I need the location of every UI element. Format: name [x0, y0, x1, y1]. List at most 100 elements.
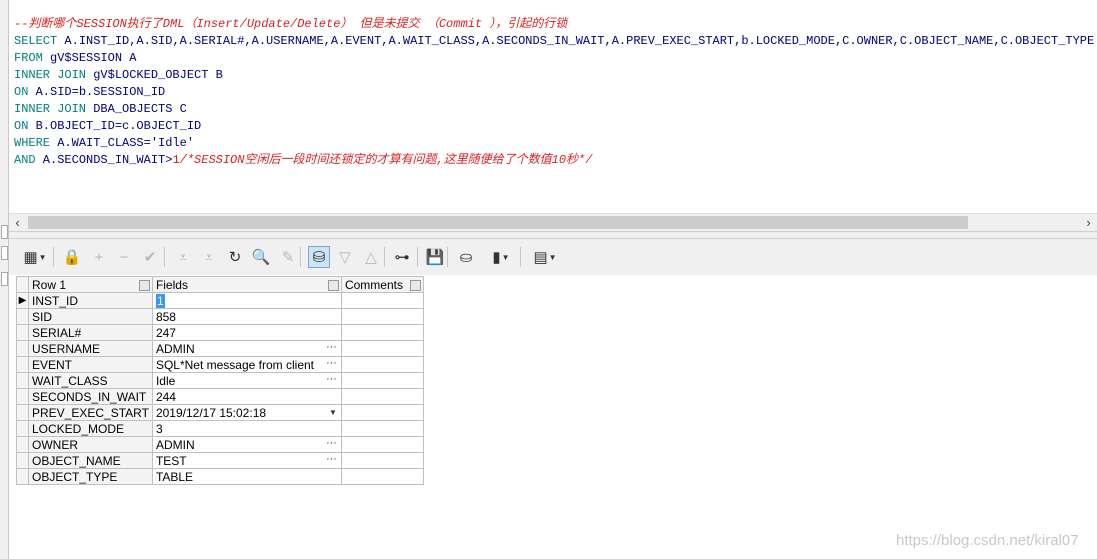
refresh-icon[interactable]: ↻: [224, 246, 246, 268]
field-value: ADMIN: [155, 341, 195, 356]
row-indicator[interactable]: [16, 388, 29, 405]
sql-editor[interactable]: --判断哪个SESSION执行了DML（Insert/Update/Delete…: [9, 0, 1097, 231]
comment-cell[interactable]: [340, 420, 424, 437]
sql-token: A.WAIT_CLASS=: [50, 136, 151, 150]
comment-cell[interactable]: [340, 452, 424, 469]
lock-icon[interactable]: 🔒: [61, 246, 83, 268]
fields-column-header[interactable]: Fields: [151, 276, 342, 293]
table-row[interactable]: SERIAL# 247: [16, 324, 424, 341]
row-indicator[interactable]: [16, 308, 29, 325]
comment-cell[interactable]: [340, 388, 424, 405]
find-icon[interactable]: 🔍: [250, 246, 272, 268]
table-row[interactable]: ▶ INST_ID 1: [16, 292, 424, 309]
sql-token: INNER JOIN: [14, 68, 87, 82]
row-indicator[interactable]: [16, 420, 29, 437]
save-icon[interactable]: 💾: [424, 246, 446, 268]
previous-query-icon[interactable]: ▽: [334, 246, 356, 268]
comment-cell[interactable]: [340, 372, 424, 389]
query-by-example-icon[interactable]: ⛁: [308, 246, 330, 268]
row-indicator[interactable]: [16, 468, 29, 485]
field-value-cell[interactable]: TEST ···: [151, 452, 342, 469]
row-indicator[interactable]: [16, 452, 29, 469]
table-row[interactable]: PREV_EXEC_START 2019/12/17 15:02:18 ▼: [16, 404, 424, 421]
field-value: 3: [155, 421, 163, 436]
field-value: ADMIN: [155, 437, 195, 452]
ellipsis-icon[interactable]: ···: [326, 374, 337, 386]
sql-code[interactable]: --判断哪个SESSION执行了DML（Insert/Update/Delete…: [14, 16, 1094, 169]
field-value-cell[interactable]: SQL*Net message from client ···: [151, 356, 342, 373]
field-value: TEST: [155, 453, 187, 468]
field-value-cell[interactable]: Idle ···: [151, 372, 342, 389]
field-value-cell[interactable]: 858: [151, 308, 342, 325]
scrollbar-thumb[interactable]: [28, 216, 968, 229]
single-record-view-icon[interactable]: ▦ ▼: [18, 246, 52, 268]
row-indicator[interactable]: [16, 356, 29, 373]
row-indicator[interactable]: [16, 372, 29, 389]
clear-record-icon[interactable]: ✎: [277, 246, 299, 268]
comment-cell[interactable]: [340, 404, 424, 421]
table-row[interactable]: EVENT SQL*Net message from client ···: [16, 356, 424, 373]
chart-icon[interactable]: ▮ ▼: [484, 246, 518, 268]
ellipsis-icon[interactable]: ···: [326, 342, 337, 354]
chevron-right-icon[interactable]: ›: [1080, 214, 1097, 231]
table-row[interactable]: SECONDS_IN_WAIT 244: [16, 388, 424, 405]
table-row[interactable]: OBJECT_NAME TEST ···: [16, 452, 424, 469]
comment-cell[interactable]: [340, 292, 424, 309]
column-menu-icon[interactable]: [327, 280, 339, 291]
export-icon[interactable]: ⛀: [455, 246, 477, 268]
field-name-cell: OWNER: [28, 436, 153, 453]
row-indicator[interactable]: [16, 324, 29, 341]
row-indicator[interactable]: [16, 404, 29, 421]
refresh-icon-glyph: ↻: [228, 249, 242, 266]
table-row[interactable]: OBJECT_TYPE TABLE: [16, 468, 424, 485]
comment-cell[interactable]: [340, 324, 424, 341]
chevron-down-icon[interactable]: ▼: [39, 253, 47, 262]
post-changes-icon-glyph: ✔: [143, 249, 157, 266]
row-column-header[interactable]: Row 1: [28, 276, 153, 293]
delete-record-icon[interactable]: −: [113, 246, 135, 268]
horizontal-scrollbar[interactable]: ‹ ›: [9, 213, 1097, 231]
field-value: 2019/12/17 15:02:18: [155, 405, 267, 420]
field-value-cell[interactable]: 247: [151, 324, 342, 341]
comment-cell[interactable]: [340, 308, 424, 325]
table-row[interactable]: USERNAME ADMIN ···: [16, 340, 424, 357]
table-row[interactable]: SID 858: [16, 308, 424, 325]
ellipsis-icon[interactable]: ···: [326, 438, 337, 450]
sql-token: SELECT: [14, 34, 58, 48]
next-query-icon[interactable]: △: [360, 246, 382, 268]
comment-cell[interactable]: [340, 356, 424, 373]
field-value-cell[interactable]: TABLE: [151, 468, 342, 485]
comment-cell[interactable]: [340, 468, 424, 485]
ellipsis-icon[interactable]: ···: [326, 358, 337, 370]
chevron-left-icon[interactable]: ‹: [9, 214, 26, 231]
sql-token: A.SECONDS_IN_WAIT>: [35, 153, 173, 167]
column-menu-icon[interactable]: [409, 280, 421, 291]
table-row[interactable]: LOCKED_MODE 3: [16, 420, 424, 437]
chevron-down-icon[interactable]: ▼: [549, 253, 557, 262]
field-value-cell[interactable]: 244: [151, 388, 342, 405]
ellipsis-icon[interactable]: ···: [326, 454, 337, 466]
fetch-next-page-icon[interactable]: ⩡: [172, 246, 194, 268]
column-menu-icon[interactable]: [138, 280, 150, 291]
field-value-cell[interactable]: 1: [151, 292, 342, 309]
add-record-icon[interactable]: +: [88, 246, 110, 268]
comment-cell[interactable]: [340, 436, 424, 453]
pane-splitter[interactable]: [9, 231, 1097, 239]
fetch-last-page-icon[interactable]: ⩡: [198, 246, 220, 268]
comments-column-header[interactable]: Comments: [340, 276, 424, 293]
chevron-down-icon[interactable]: ▼: [329, 406, 337, 420]
field-value-cell[interactable]: 3: [151, 420, 342, 437]
row-indicator[interactable]: [16, 340, 29, 357]
comment-cell[interactable]: [340, 340, 424, 357]
row-indicator[interactable]: ▶: [16, 292, 29, 309]
field-value-cell[interactable]: ADMIN ···: [151, 340, 342, 357]
post-changes-icon[interactable]: ✔: [139, 246, 161, 268]
field-value-cell[interactable]: 2019/12/17 15:02:18 ▼: [151, 404, 342, 421]
field-value-cell[interactable]: ADMIN ···: [151, 436, 342, 453]
record-tree-icon[interactable]: ⊶: [391, 246, 413, 268]
table-row[interactable]: OWNER ADMIN ···: [16, 436, 424, 453]
table-row[interactable]: WAIT_CLASS Idle ···: [16, 372, 424, 389]
row-indicator[interactable]: [16, 436, 29, 453]
chevron-down-icon[interactable]: ▼: [502, 253, 510, 262]
table-grid-icon[interactable]: ▤ ▼: [528, 246, 562, 268]
